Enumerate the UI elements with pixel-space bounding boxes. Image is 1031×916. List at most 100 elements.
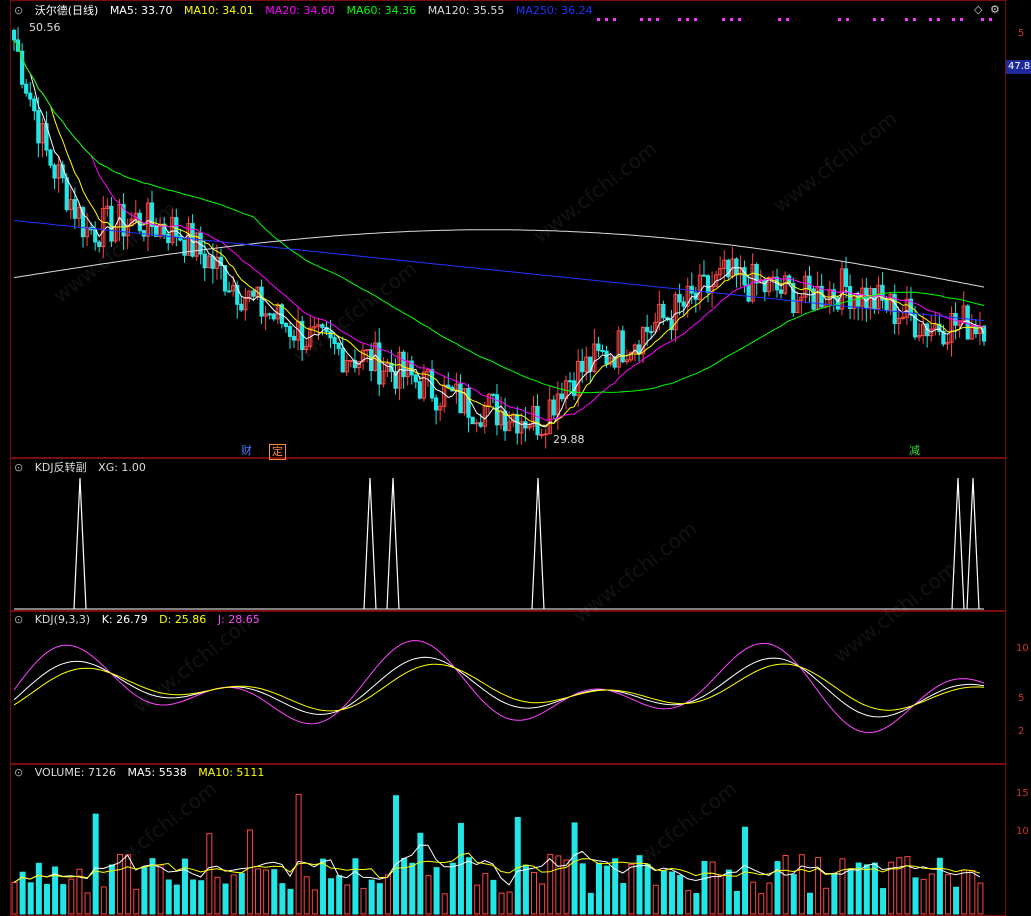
kdj-k-label: K: 26.79 [101, 613, 148, 626]
volume-bar [222, 883, 229, 915]
candle-body [847, 286, 853, 310]
volume-bar [644, 863, 651, 915]
volume-bar [409, 862, 416, 915]
volume-bar [433, 867, 440, 915]
volume-bar [425, 875, 432, 915]
candle-body [24, 83, 29, 94]
volume-bar [68, 878, 75, 915]
volume-bar [750, 881, 757, 915]
candle-body [762, 279, 767, 293]
volume-bar [595, 862, 602, 915]
volume-bar [474, 884, 481, 915]
volume-bar [401, 857, 408, 915]
ma5-line [13, 39, 985, 428]
volume-bar [376, 883, 383, 915]
volume-bar [790, 874, 797, 915]
candle-body [535, 405, 540, 436]
panel-toggle-icon[interactable]: ⊙ [14, 766, 23, 779]
ma10-line [13, 39, 985, 427]
candle-body [433, 397, 439, 411]
candle-body [965, 305, 970, 340]
event-tag-placement[interactable]: 定 [269, 444, 286, 460]
candle-body [843, 268, 849, 288]
gear-icon[interactable]: ⚙ [990, 3, 1000, 16]
main-legend: ⊙ 沃尔德(日线) MA5: 33.70 MA10: 34.01 MA20: 3… [14, 3, 601, 19]
diamond-icon[interactable]: ◇ [974, 3, 982, 16]
volume-bar [652, 884, 659, 915]
signal-dot [648, 18, 651, 21]
candle-body [689, 285, 694, 294]
volume-bar [303, 876, 310, 915]
candle-body [791, 283, 796, 314]
volume-bar [393, 795, 400, 915]
volume-bar [742, 826, 749, 915]
signal-dot [613, 18, 616, 21]
candle-body [417, 381, 422, 399]
volume-legend: ⊙ VOLUME: 7126 MA5: 5538 MA10: 5111 [14, 765, 272, 781]
event-tag-reduce[interactable]: 减 [907, 444, 922, 458]
volume-bar [255, 868, 262, 915]
candle-body [210, 255, 215, 269]
candle-body [478, 422, 483, 427]
signal-dot [722, 18, 725, 21]
candle-body [864, 287, 869, 309]
volume-bar [319, 858, 326, 915]
volume-bar [831, 873, 838, 915]
panel-toggle-icon[interactable]: ⊙ [14, 4, 23, 17]
volume-bar [263, 869, 270, 915]
volume-bar [782, 855, 789, 915]
candle-body [580, 360, 585, 373]
volume-bar [449, 862, 456, 915]
vol-axis-tick-2: 10 [1016, 826, 1029, 837]
candle-body [490, 393, 496, 396]
candle-body [11, 29, 17, 41]
signal-dot [678, 18, 681, 21]
volume-bar [328, 878, 335, 915]
kdj-j-label: J: 28.65 [217, 613, 260, 626]
candle-body [364, 349, 370, 352]
candle-body [109, 205, 114, 242]
candle-body [72, 199, 77, 219]
volume-bar [165, 879, 172, 915]
volume-bar [514, 816, 521, 915]
volume-bar [157, 864, 164, 915]
candle-body [543, 433, 548, 436]
candle-body [267, 313, 272, 316]
volume-bar [798, 854, 805, 915]
volume-bar [238, 872, 245, 915]
signal-dot [778, 18, 781, 21]
candle-body [174, 217, 179, 237]
candle-body [336, 342, 341, 349]
volume-bar [214, 876, 221, 915]
volume-bar [823, 887, 830, 915]
signal-spike [966, 477, 980, 610]
volume-bar [336, 875, 343, 915]
kdj-axis-tick-3: 2 [1018, 726, 1025, 737]
panel-toggle-icon[interactable]: ⊙ [14, 461, 23, 474]
candle-body [52, 164, 57, 179]
volume-bar [709, 861, 716, 915]
candle-body [701, 274, 707, 277]
volume-bar [539, 883, 546, 915]
candle-body [981, 325, 987, 342]
kdj-title: KDJ(9,3,3) [34, 613, 91, 626]
high-price-label: 50.56 [29, 21, 61, 34]
volume-bar [530, 872, 537, 915]
event-tag-finance[interactable]: 财 [239, 444, 254, 458]
signal-dot [981, 18, 984, 21]
candle-body [681, 301, 686, 307]
candle-body [884, 299, 889, 312]
volume-bar [912, 877, 919, 915]
volume-bar [660, 870, 667, 915]
volume-bar [733, 890, 740, 915]
candle-body [283, 322, 289, 328]
candle-body [271, 313, 276, 320]
panel-toggle-icon[interactable]: ⊙ [14, 613, 23, 626]
candle-body [620, 330, 625, 363]
candle-body [742, 267, 747, 286]
signal-spike [73, 477, 87, 610]
signal-dot [905, 18, 908, 21]
volume-bar [271, 869, 278, 915]
volume-bar [11, 881, 18, 915]
price-axis[interactable]: 5 47.8 10 5 2 15 10 [1006, 0, 1031, 916]
